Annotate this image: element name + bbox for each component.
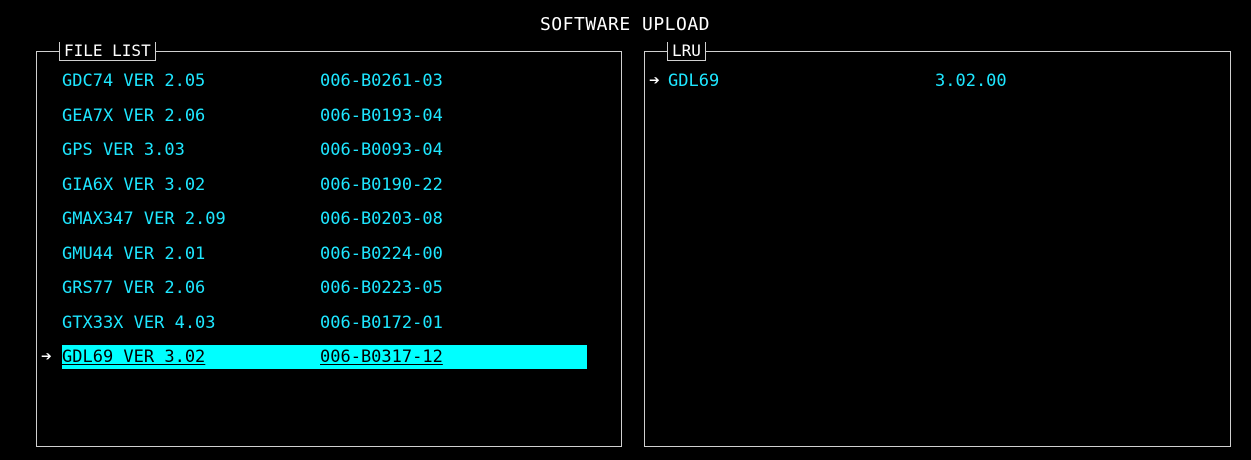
file-list-row[interactable]: GTX33X VER 4.03 006-B0172-01: [37, 310, 621, 336]
file-part-number: 006-B0261-03: [320, 71, 443, 91]
file-part-number: 006-B0193-04: [320, 105, 443, 126]
file-list-panel: FILE LIST GDC74 VER 2.05 006-B0261-03 GEA7…: [36, 42, 622, 447]
file-part-number: 006-B0190-22: [320, 174, 443, 195]
page-title: SOFTWARE UPLOAD: [539, 14, 711, 35]
file-name: GTX33X VER 4.03: [62, 312, 216, 333]
software-upload-page: SOFTWARE UPLOAD FILE LIST GDC74 VER 2.05…: [6, 6, 1244, 455]
file-part-number: 006-B0203-08: [320, 209, 443, 229]
file-name: GDL69 VER 3.02: [62, 347, 206, 367]
file-list-row[interactable]: GRS77 VER 2.06 006-B0223-05: [37, 275, 621, 301]
file-part-number: 006-B0224-00: [320, 243, 443, 264]
file-list-row[interactable]: GEA7X VER 2.06 006-B0193-04: [37, 103, 621, 129]
file-name: GEA7X VER 2.06: [62, 105, 206, 126]
file-part-number: 006-B0172-01: [320, 312, 443, 333]
file-name: GDC74 VER 2.05: [62, 71, 206, 91]
file-name: GMU44 VER 2.01: [62, 243, 206, 264]
lru-row[interactable]: ➔ GDL69 3.02.00: [645, 70, 1230, 96]
file-name: GPS VER 3.03: [62, 140, 185, 160]
file-list-row[interactable]: GMAX347 VER 2.09 006-B0203-08: [37, 206, 621, 232]
lru-panel: LRU ➔ GDL69 3.02.00: [644, 42, 1231, 447]
file-part-number: 006-B0093-04: [320, 140, 443, 160]
cursor-arrow-icon: ➔: [41, 346, 52, 367]
lru-version: 3.02.00: [935, 71, 1007, 91]
file-list-row[interactable]: GMU44 VER 2.01 006-B0224-00: [37, 241, 621, 267]
file-name: GMAX347 VER 2.09: [62, 209, 226, 229]
file-name: GRS77 VER 2.06: [62, 278, 206, 298]
file-part-number: 006-B0317-12: [320, 347, 443, 367]
file-list-row[interactable]: GDC74 VER 2.05 006-B0261-03: [37, 68, 621, 94]
file-part-number: 006-B0223-05: [320, 278, 443, 298]
file-list-row[interactable]: GIA6X VER 3.02 006-B0190-22: [37, 172, 621, 198]
file-list-label: FILE LIST: [59, 42, 156, 61]
lru-name: GDL69: [668, 71, 720, 91]
lru-label: LRU: [667, 42, 706, 61]
file-list-row[interactable]: GPS VER 3.03 006-B0093-04: [37, 137, 621, 163]
cursor-arrow-icon: ➔: [649, 70, 660, 91]
file-list-row[interactable]: ➔ GDL69 VER 3.02 006-B0317-12: [37, 344, 621, 370]
file-name: GIA6X VER 3.02: [62, 174, 206, 195]
